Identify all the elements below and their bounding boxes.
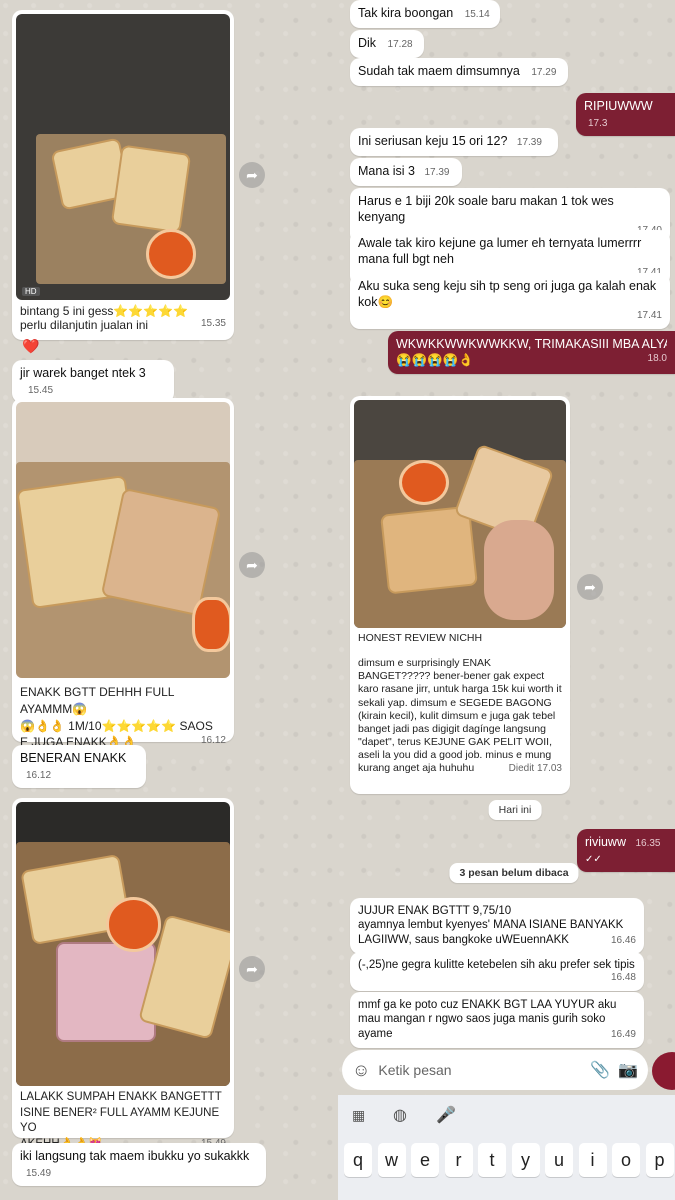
message-time: 15.35 — [200, 318, 226, 329]
message-text: riviuww — [585, 835, 626, 849]
apps-grid-icon[interactable]: ▦ — [352, 1107, 365, 1124]
message-12[interactable]: JUJUR ENAK BGTTT 9,75/10 ayamnya lembut … — [350, 898, 644, 954]
hd-badge: HD — [22, 287, 40, 296]
message-text: Awale tak kiro kejune ga lumer eh ternya… — [358, 236, 642, 266]
review-image-message[interactable]: HONEST REVIEW NICHH dimsum e surprisingl… — [350, 396, 570, 794]
message-time: 16.48 — [610, 972, 636, 984]
key-u[interactable]: u — [545, 1143, 573, 1177]
message-time: 18.0 — [647, 352, 667, 364]
emoji-icon[interactable]: ☺ — [352, 1060, 370, 1081]
message-5[interactable]: Ini seriusan keju 15 ori 12? 17.39 — [350, 128, 558, 156]
forward-icon[interactable]: ➦ — [239, 162, 265, 188]
attach-icon[interactable]: 📎 — [590, 1060, 610, 1080]
message-beneran[interactable]: BENERAN ENAKK 16.12 — [12, 745, 146, 789]
dimsum-photo-3[interactable] — [16, 802, 230, 1086]
key-t[interactable]: t — [478, 1143, 506, 1177]
message-14[interactable]: mmf ga ke poto cuz ENAKK BGT LAA YUYUR a… — [350, 992, 644, 1048]
message-text: Tak kira boongan — [358, 6, 454, 20]
message-13[interactable]: (-,25)ne gegra kulitte ketebelen sih aku… — [350, 952, 644, 991]
message-1[interactable]: Tak kira boongan 15.14 — [350, 0, 500, 28]
message-time: 16.35 — [635, 838, 661, 849]
unread-chip: 3 pesan belum dibaca — [449, 863, 579, 883]
camera-icon[interactable]: 📷 — [618, 1060, 638, 1080]
message-iki[interactable]: iki langsung tak maem ibukku yo sukakkk … — [12, 1143, 266, 1187]
key-y[interactable]: y — [511, 1143, 540, 1177]
image-caption-2: ENAKK BGTT DEHHH FULL AYAMMM😱 😱👌👌 1M/10⭐… — [16, 678, 230, 751]
caption-line: ENAKK BGTT DEHHH FULL AYAMMM😱 — [20, 685, 175, 716]
date-chip: Hari ini — [488, 800, 542, 820]
heart-reaction[interactable]: ❤️ — [22, 338, 39, 355]
message-10[interactable]: WKWKKWWKWWKKW, TRIMAKASIII MBA ALYAAAA 😭… — [388, 331, 675, 375]
message-text: jir warek banget ntek 3 — [20, 366, 146, 380]
message-time: 17.39 — [516, 137, 542, 148]
message-4[interactable]: RIPIUWWW 17.3 — [576, 93, 675, 137]
image-caption-1: bintang 5 ini gess⭐⭐⭐⭐⭐ perlu dilanjutin… — [16, 300, 230, 332]
caption-line: perlu dilanjutin jualan ini — [20, 318, 149, 332]
keyboard[interactable]: ▦ ◍ 🎤 qwertyuiop — [338, 1095, 675, 1200]
key-p[interactable]: p — [645, 1143, 674, 1177]
message-time: 17.29 — [531, 67, 557, 78]
dimsum-photo-review[interactable] — [354, 400, 566, 628]
caption-line: 😱👌👌 1M/10⭐⭐⭐⭐⭐ SAOS — [20, 718, 213, 733]
message-jir[interactable]: jir warek banget ntek 3 15.45 — [12, 360, 174, 404]
dimsum-photo-1[interactable]: HD — [16, 14, 230, 300]
review-title: HONEST REVIEW NICHH — [358, 632, 483, 644]
message-2[interactable]: Dik 17.28 — [350, 30, 424, 58]
message-time: 16.49 — [610, 1029, 636, 1041]
mic-icon[interactable]: 🎤 — [436, 1105, 456, 1125]
forward-icon[interactable]: ➦ — [577, 574, 603, 600]
dimsum-photo-2[interactable] — [16, 402, 230, 678]
key-e[interactable]: e — [411, 1143, 439, 1177]
message-text: (-,25)ne gegra kulitte ketebelen sih aku… — [358, 959, 635, 971]
palette-icon[interactable]: ◍ — [393, 1105, 407, 1125]
key-q[interactable]: q — [344, 1143, 372, 1177]
message-input-bar[interactable]: ☺ Ketik pesan 📎 📷 — [342, 1050, 648, 1090]
key-o[interactable]: o — [612, 1143, 640, 1177]
message-time: 17.39 — [424, 167, 450, 178]
message-time: 15.45 — [28, 384, 54, 396]
image-message-3[interactable]: LALAKK SUMPAH ENAKK BANGETTT ISINE BENER… — [12, 798, 234, 1150]
caption-line: ISINE BENER² FULL AYAMM KEJUNE YO — [20, 1106, 220, 1135]
message-emoji: 😭😭😭😭👌 — [396, 352, 474, 367]
message-3[interactable]: Sudah tak maem dimsumnya 17.29 — [350, 58, 568, 86]
message-time: 15.49 — [26, 1167, 52, 1179]
message-time: 15.14 — [464, 9, 490, 20]
forward-icon[interactable]: ➦ — [239, 956, 265, 982]
key-i[interactable]: i — [578, 1143, 607, 1177]
message-text: Sudah tak maem dimsumnya — [358, 64, 520, 78]
message-text: Dik — [358, 36, 377, 50]
message-text: JUJUR ENAK BGTTT 9,75/10 — [358, 905, 512, 917]
message-time: 16.12 — [26, 769, 52, 781]
message-text: Aku suka seng keju sih tp seng ori juga … — [358, 279, 657, 309]
message-time: 17.41 — [636, 310, 662, 322]
message-time: 16.12 — [200, 735, 226, 747]
key-r[interactable]: r — [444, 1143, 473, 1177]
message-9[interactable]: Aku suka seng keju sih tp seng ori juga … — [350, 273, 670, 329]
caption-line: LALAKK SUMPAH ENAKK BANGETTT — [20, 1091, 222, 1103]
forward-icon[interactable]: ➦ — [239, 552, 265, 578]
message-text: Mana isi 3 — [358, 164, 415, 178]
read-ticks-icon: ✓✓ — [585, 853, 602, 865]
message-time: 17.3 — [588, 117, 608, 129]
review-caption: HONEST REVIEW NICHH dimsum e surprisingl… — [354, 628, 566, 776]
message-text: Ini seriusan keju 15 ori 12? — [358, 134, 508, 148]
review-body: dimsum e surprisingly ENAK BANGET????? b… — [358, 657, 562, 775]
message-text: BENERAN ENAKK — [20, 751, 127, 765]
message-input[interactable]: Ketik pesan — [378, 1062, 582, 1078]
message-11[interactable]: riviuww 16.35 ✓✓ — [577, 829, 675, 873]
message-text: RIPIUWWW — [584, 99, 653, 113]
message-6[interactable]: Mana isi 3 17.39 — [350, 158, 462, 186]
message-text: Harus e 1 biji 20k soale baru makan 1 to… — [358, 194, 614, 224]
key-w[interactable]: w — [377, 1143, 406, 1177]
caption-line: bintang 5 ini gess⭐⭐⭐⭐⭐ — [20, 304, 189, 318]
image-message-2[interactable]: ENAKK BGTT DEHHH FULL AYAMMM😱 😱👌👌 1M/10⭐… — [12, 398, 234, 749]
message-time: 17.28 — [387, 39, 413, 50]
message-text: iki langsung tak maem ibukku yo sukakkk — [20, 1149, 250, 1163]
message-text: WKWKKWWKWWKKW, TRIMAKASIII MBA ALYAAAA — [396, 337, 667, 351]
image-message-1[interactable]: HD bintang 5 ini gess⭐⭐⭐⭐⭐ perlu dilanju… — [12, 10, 234, 340]
